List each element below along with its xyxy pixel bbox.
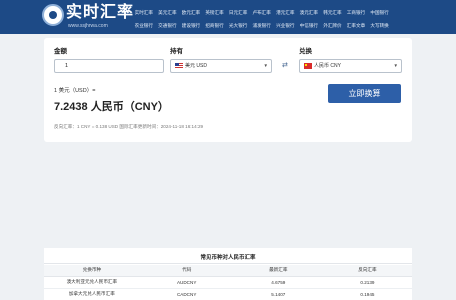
nav-item[interactable]: 卢布汇率	[250, 7, 274, 18]
from-currency-value: 美元 USD	[185, 63, 207, 69]
convert-button[interactable]: 立即换算	[328, 84, 401, 103]
nav-item[interactable]: 招商银行	[203, 20, 227, 31]
main-nav: 实时汇率 美元汇率 欧元汇率 英镑汇率 日元汇率 卢布汇率 港元汇率 澳元汇率 …	[132, 7, 454, 33]
to-currency-label: 兑换	[299, 48, 312, 55]
table-header-row: 兑换币种 代码 最新汇率 反向汇率	[44, 265, 412, 277]
reverse-rate-text: 反向汇率：1 CNY = 0.138 USD 国际汇率更新时间：2024-11-…	[54, 124, 204, 129]
logo-url: www.ssjhrwa.com	[68, 23, 108, 29]
cn-flag-icon	[304, 63, 312, 69]
chevron-down-icon: ▼	[393, 63, 398, 68]
conversion-result: 7.2438 人民币（CNY）	[54, 101, 169, 113]
table-cell: 5.1407	[233, 288, 323, 300]
divider	[44, 263, 412, 264]
nav-item[interactable]: 美元汇率	[156, 7, 180, 18]
table-cell: 加拿大元兑人民币汇率	[44, 288, 140, 300]
nav-row-1: 实时汇率 美元汇率 欧元汇率 英镑汇率 日元汇率 卢布汇率 港元汇率 澳元汇率 …	[132, 7, 454, 18]
nav-item[interactable]: 中国银行	[368, 7, 392, 18]
chevron-down-icon: ▼	[263, 63, 268, 68]
table-cell: 0.2139	[322, 276, 412, 289]
logo-text: 实时汇率	[66, 4, 135, 21]
nav-item[interactable]: 农业银行	[132, 20, 156, 31]
nav-item[interactable]: 大写转换	[368, 20, 392, 31]
from-currency-label: 持有	[170, 48, 183, 55]
table-cell: 澳大利亚元兑人民币汇率	[44, 276, 140, 289]
rate-base-text: 1 美元（USD）=	[54, 88, 96, 94]
table-cell: AUDCNY	[139, 276, 234, 289]
converter-card: 金额 持有 兑换 1 美元 USD ▼ ⇄ 人民币 CNY ▼ 1 美元（USD…	[44, 38, 412, 142]
table-row[interactable]: 加拿大元兑人民币汇率 CADCNY 5.1407 0.1945	[44, 288, 412, 300]
nav-item[interactable]: 交通银行	[156, 20, 180, 31]
rates-table-title: 常见币种对人民币汇率	[200, 255, 256, 261]
table-row[interactable]: 澳大利亚元兑人民币汇率 AUDCNY 4.6759 0.2139	[44, 276, 412, 289]
nav-item[interactable]: 英镑汇率	[203, 7, 227, 18]
table-cell: 4.6759	[233, 276, 323, 289]
from-currency-select[interactable]: 美元 USD ▼	[170, 59, 272, 73]
nav-item[interactable]: 欧元汇率	[179, 7, 203, 18]
to-currency-value: 人民币 CNY	[314, 63, 341, 69]
nav-item[interactable]: 浦发银行	[250, 20, 274, 31]
nav-item[interactable]: 日元汇率	[226, 7, 250, 18]
nav-item[interactable]: 韩元汇率	[321, 7, 345, 18]
swap-currency-icon[interactable]: ⇄	[282, 61, 288, 69]
amount-label: 金额	[54, 48, 67, 55]
column-header: 兑换币种	[44, 265, 140, 277]
column-header: 反向汇率	[322, 265, 412, 277]
us-flag-icon	[175, 63, 183, 69]
table-cell: CADCNY	[139, 288, 234, 300]
site-logo[interactable]: 实时汇率 www.ssjhrwa.com	[42, 4, 133, 30]
nav-item[interactable]: 澳元汇率	[297, 7, 321, 18]
column-header: 最新汇率	[233, 265, 323, 277]
amount-input[interactable]: 1	[54, 59, 164, 73]
nav-item[interactable]: 建设银行	[179, 20, 203, 31]
site-header: 实时汇率 www.ssjhrwa.com 实时汇率 美元汇率 欧元汇率 英镑汇率…	[0, 0, 456, 34]
nav-item[interactable]: 汇率文章	[344, 20, 368, 31]
rates-table-section: 常见币种对人民币汇率 兑换币种 代码 最新汇率 反向汇率 澳大利亚元兑人民币汇率…	[44, 248, 412, 300]
nav-item[interactable]: 中信银行	[297, 20, 321, 31]
nav-item[interactable]: 实时汇率	[132, 7, 156, 18]
nav-item[interactable]: 港元汇率	[273, 7, 297, 18]
rates-table: 兑换币种 代码 最新汇率 反向汇率 澳大利亚元兑人民币汇率 AUDCNY 4.6…	[44, 265, 412, 300]
nav-item[interactable]: 光大银行	[226, 20, 250, 31]
column-header: 代码	[139, 265, 234, 277]
nav-item[interactable]: 工商银行	[344, 7, 368, 18]
logo-emblem-icon	[42, 4, 64, 26]
table-cell: 0.1945	[322, 288, 412, 300]
nav-row-2: 农业银行 交通银行 建设银行 招商银行 光大银行 浦发银行 兴业银行 中信银行 …	[132, 20, 454, 31]
nav-item[interactable]: 外汇牌价	[321, 20, 345, 31]
to-currency-select[interactable]: 人民币 CNY ▼	[299, 59, 402, 73]
nav-item[interactable]: 兴业银行	[273, 20, 297, 31]
